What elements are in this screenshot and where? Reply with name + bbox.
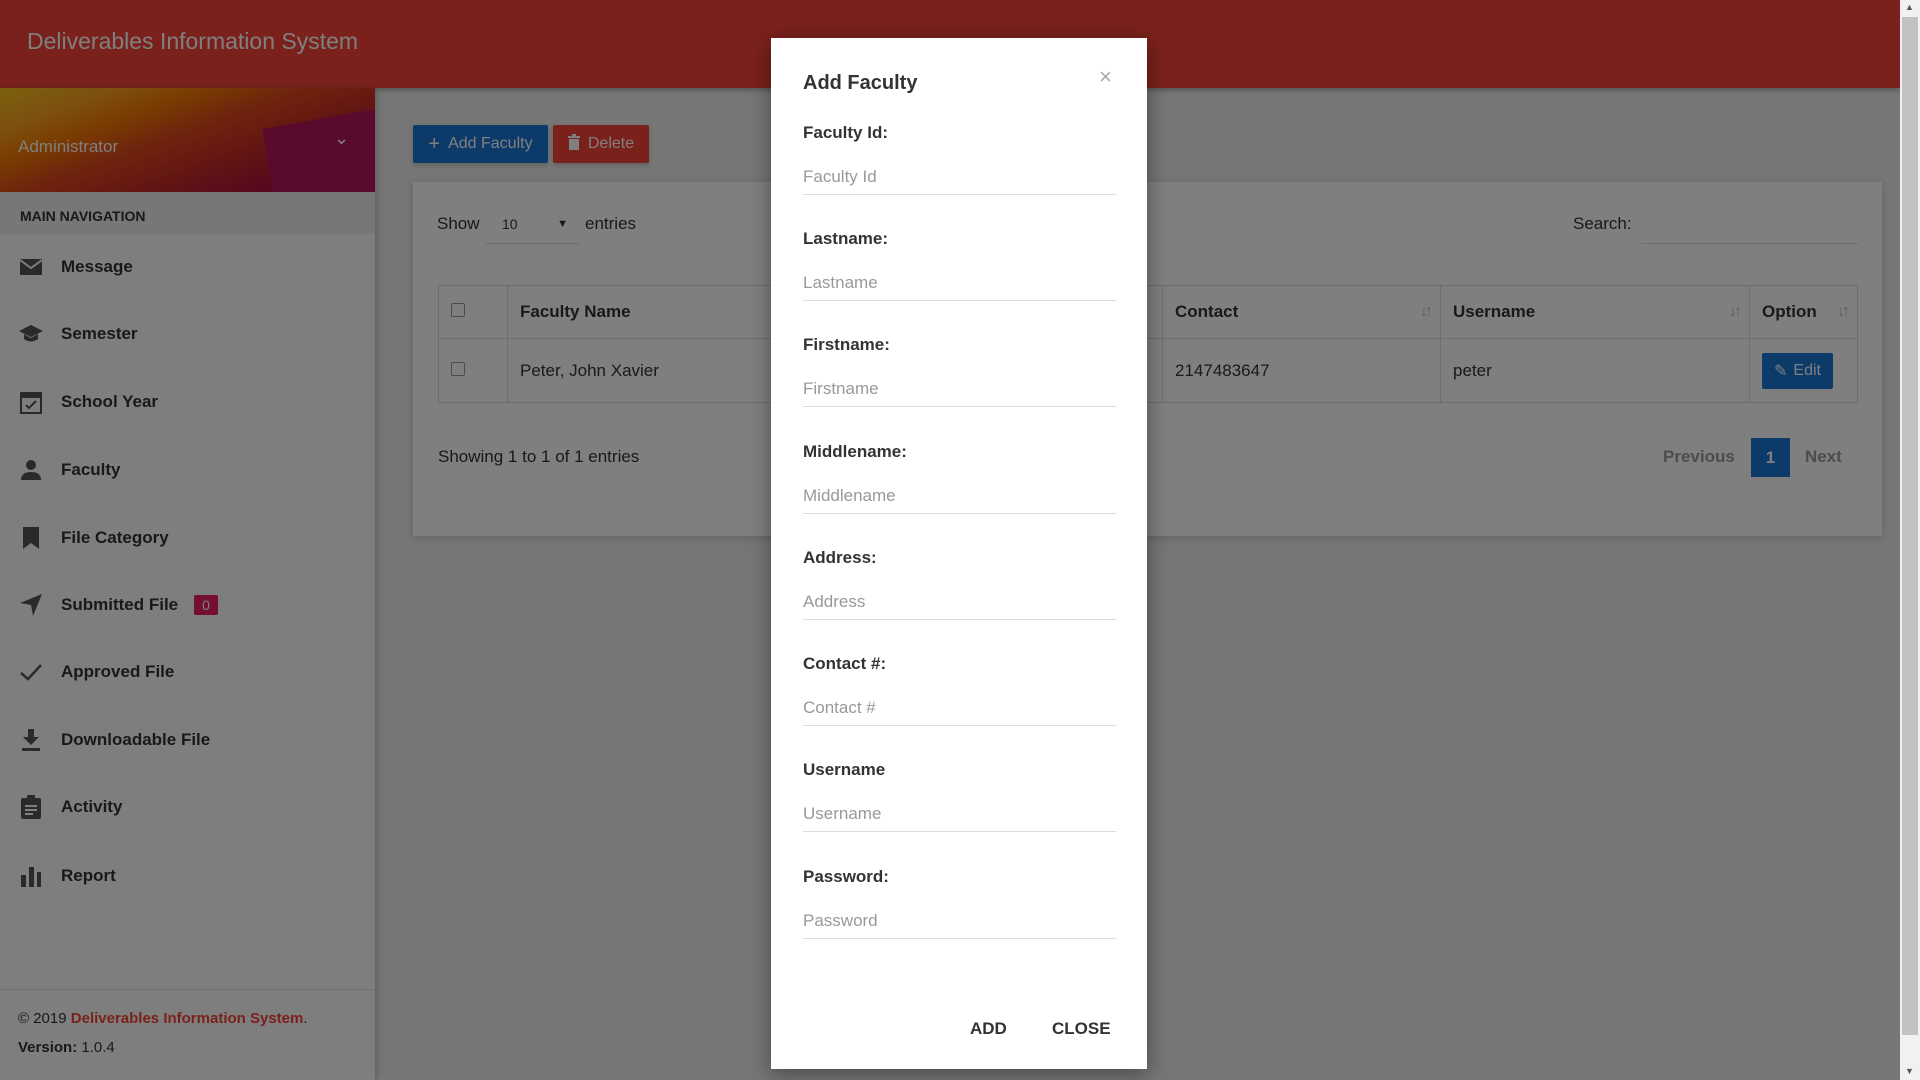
faculty-id-group: Faculty Id:: [803, 123, 1116, 195]
field-label: Username: [803, 760, 886, 779]
field-label: Faculty Id:: [803, 123, 889, 142]
middlename-group: Middlename:: [803, 442, 1116, 514]
scrollbar-thumb[interactable]: [1902, 17, 1918, 1035]
scroll-down-icon[interactable]: ▼: [1905, 1066, 1914, 1076]
scroll-up-icon[interactable]: ▲: [1905, 2, 1914, 12]
modal-title: Add Faculty: [803, 72, 918, 94]
close-button[interactable]: CLOSE: [1052, 1019, 1111, 1039]
add-faculty-modal: Add Faculty × Faculty Id: Lastname: Firs…: [771, 38, 1147, 1069]
field-label: Address:: [803, 548, 877, 567]
lastname-group: Lastname:: [803, 229, 1116, 301]
field-label: Firstname:: [803, 335, 890, 354]
address-group: Address:: [803, 548, 1116, 620]
username-group: Username: [803, 760, 1116, 832]
username-input[interactable]: [803, 796, 1116, 832]
firstname-group: Firstname:: [803, 335, 1116, 407]
faculty-id-input[interactable]: [803, 159, 1116, 195]
page-scrollbar[interactable]: ▲ ▼: [1900, 0, 1920, 1080]
password-input[interactable]: [803, 903, 1116, 939]
field-label: Middlename:: [803, 442, 907, 461]
close-icon[interactable]: ×: [1099, 64, 1112, 90]
password-group: Password:: [803, 867, 1116, 939]
add-button[interactable]: ADD: [970, 1019, 1007, 1039]
middlename-input[interactable]: [803, 478, 1116, 514]
lastname-input[interactable]: [803, 265, 1116, 301]
field-label: Contact #:: [803, 654, 887, 673]
address-input[interactable]: [803, 584, 1116, 620]
firstname-input[interactable]: [803, 371, 1116, 407]
contact-group: Contact #:: [803, 654, 1116, 726]
field-label: Lastname:: [803, 229, 889, 248]
contact-input[interactable]: [803, 690, 1116, 726]
field-label: Password:: [803, 867, 889, 886]
